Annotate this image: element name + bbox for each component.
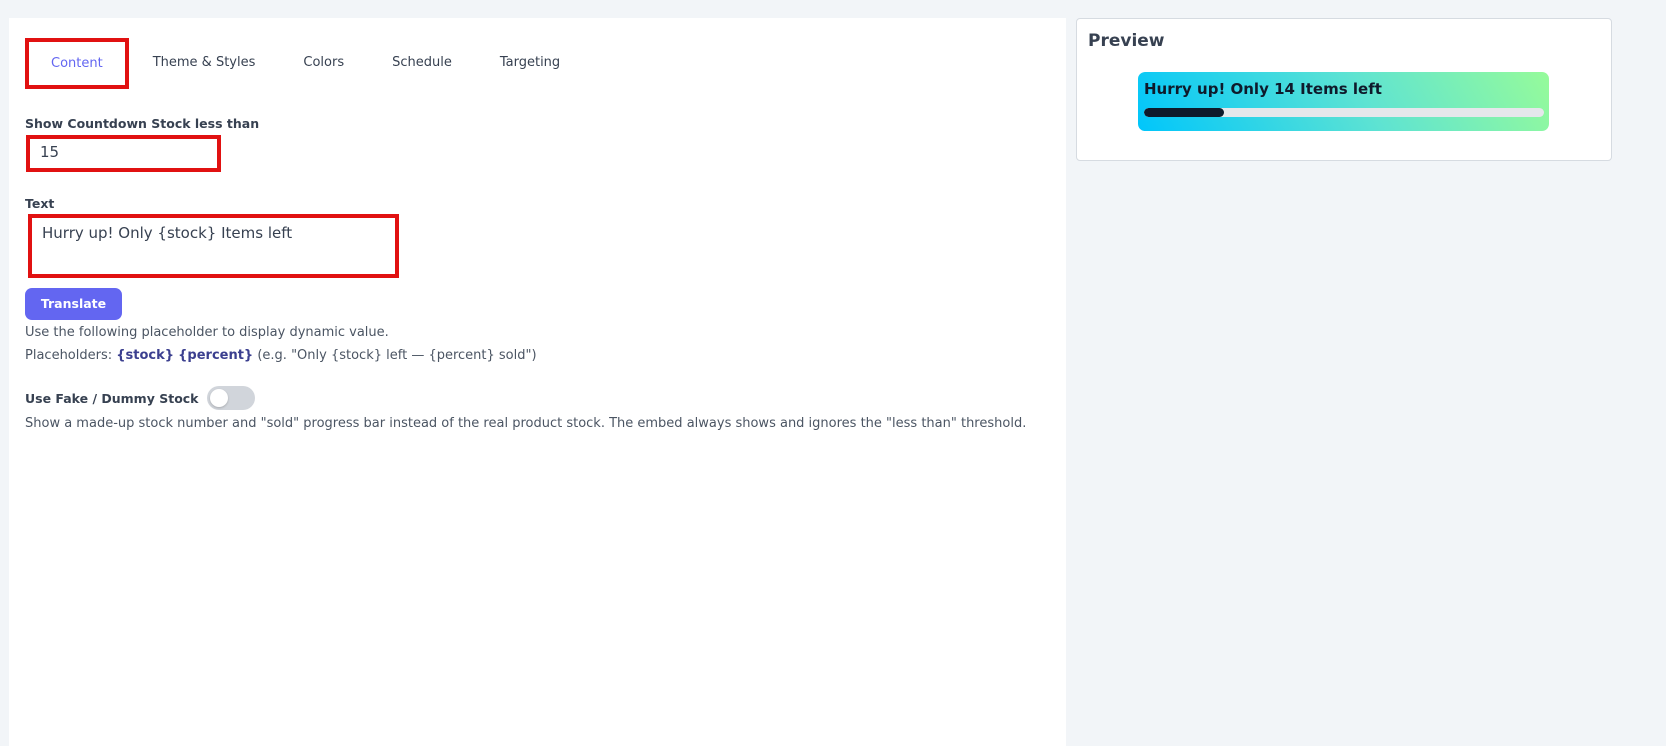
tab-theme-styles[interactable]: Theme & Styles: [129, 38, 280, 88]
placeholder-percent-token: {percent}: [178, 348, 254, 363]
tab-content[interactable]: Content: [25, 37, 129, 89]
stock-countdown-banner: Hurry up! Only 14 Items left: [1138, 72, 1549, 131]
text-textarea[interactable]: Hurry up! Only {stock} Items left: [28, 214, 399, 278]
banner-text: Hurry up! Only 14 Items left: [1144, 80, 1382, 98]
stock-threshold-label: Show Countdown Stock less than: [25, 116, 260, 131]
tab-schedule[interactable]: Schedule: [368, 38, 476, 88]
fake-stock-label: Use Fake / Dummy Stock: [25, 390, 199, 406]
tab-targeting[interactable]: Targeting: [476, 38, 584, 88]
translate-button[interactable]: Translate: [25, 288, 122, 320]
fake-stock-toggle[interactable]: [206, 386, 255, 410]
stock-threshold-input[interactable]: 15: [26, 135, 221, 172]
placeholders-line: Placeholders: {stock} {percent} (e.g. "O…: [25, 348, 537, 363]
preview-title: Preview: [1088, 31, 1165, 51]
fake-stock-row: Use Fake / Dummy Stock: [25, 386, 255, 410]
fake-stock-description: Show a made-up stock number and "sold" p…: [25, 416, 1027, 431]
content-settings-panel: Content Theme & Styles Colors Schedule T…: [9, 18, 1066, 746]
toggle-knob: [209, 389, 228, 407]
stock-progress-fill: [1144, 108, 1224, 117]
stock-progress-track: [1144, 108, 1544, 117]
placeholder-stock-token: {stock}: [116, 348, 175, 363]
placeholders-prefix: Placeholders:: [25, 348, 113, 363]
placeholder-help-text: Use the following placeholder to display…: [25, 325, 389, 340]
preview-card: Preview Hurry up! Only 14 Items left: [1076, 18, 1612, 161]
placeholders-example: (e.g. "Only {stock} left — {percent} sol…: [257, 348, 537, 363]
tab-colors[interactable]: Colors: [279, 38, 368, 88]
text-label: Text: [25, 196, 55, 211]
settings-tabs: Content Theme & Styles Colors Schedule T…: [25, 37, 584, 89]
